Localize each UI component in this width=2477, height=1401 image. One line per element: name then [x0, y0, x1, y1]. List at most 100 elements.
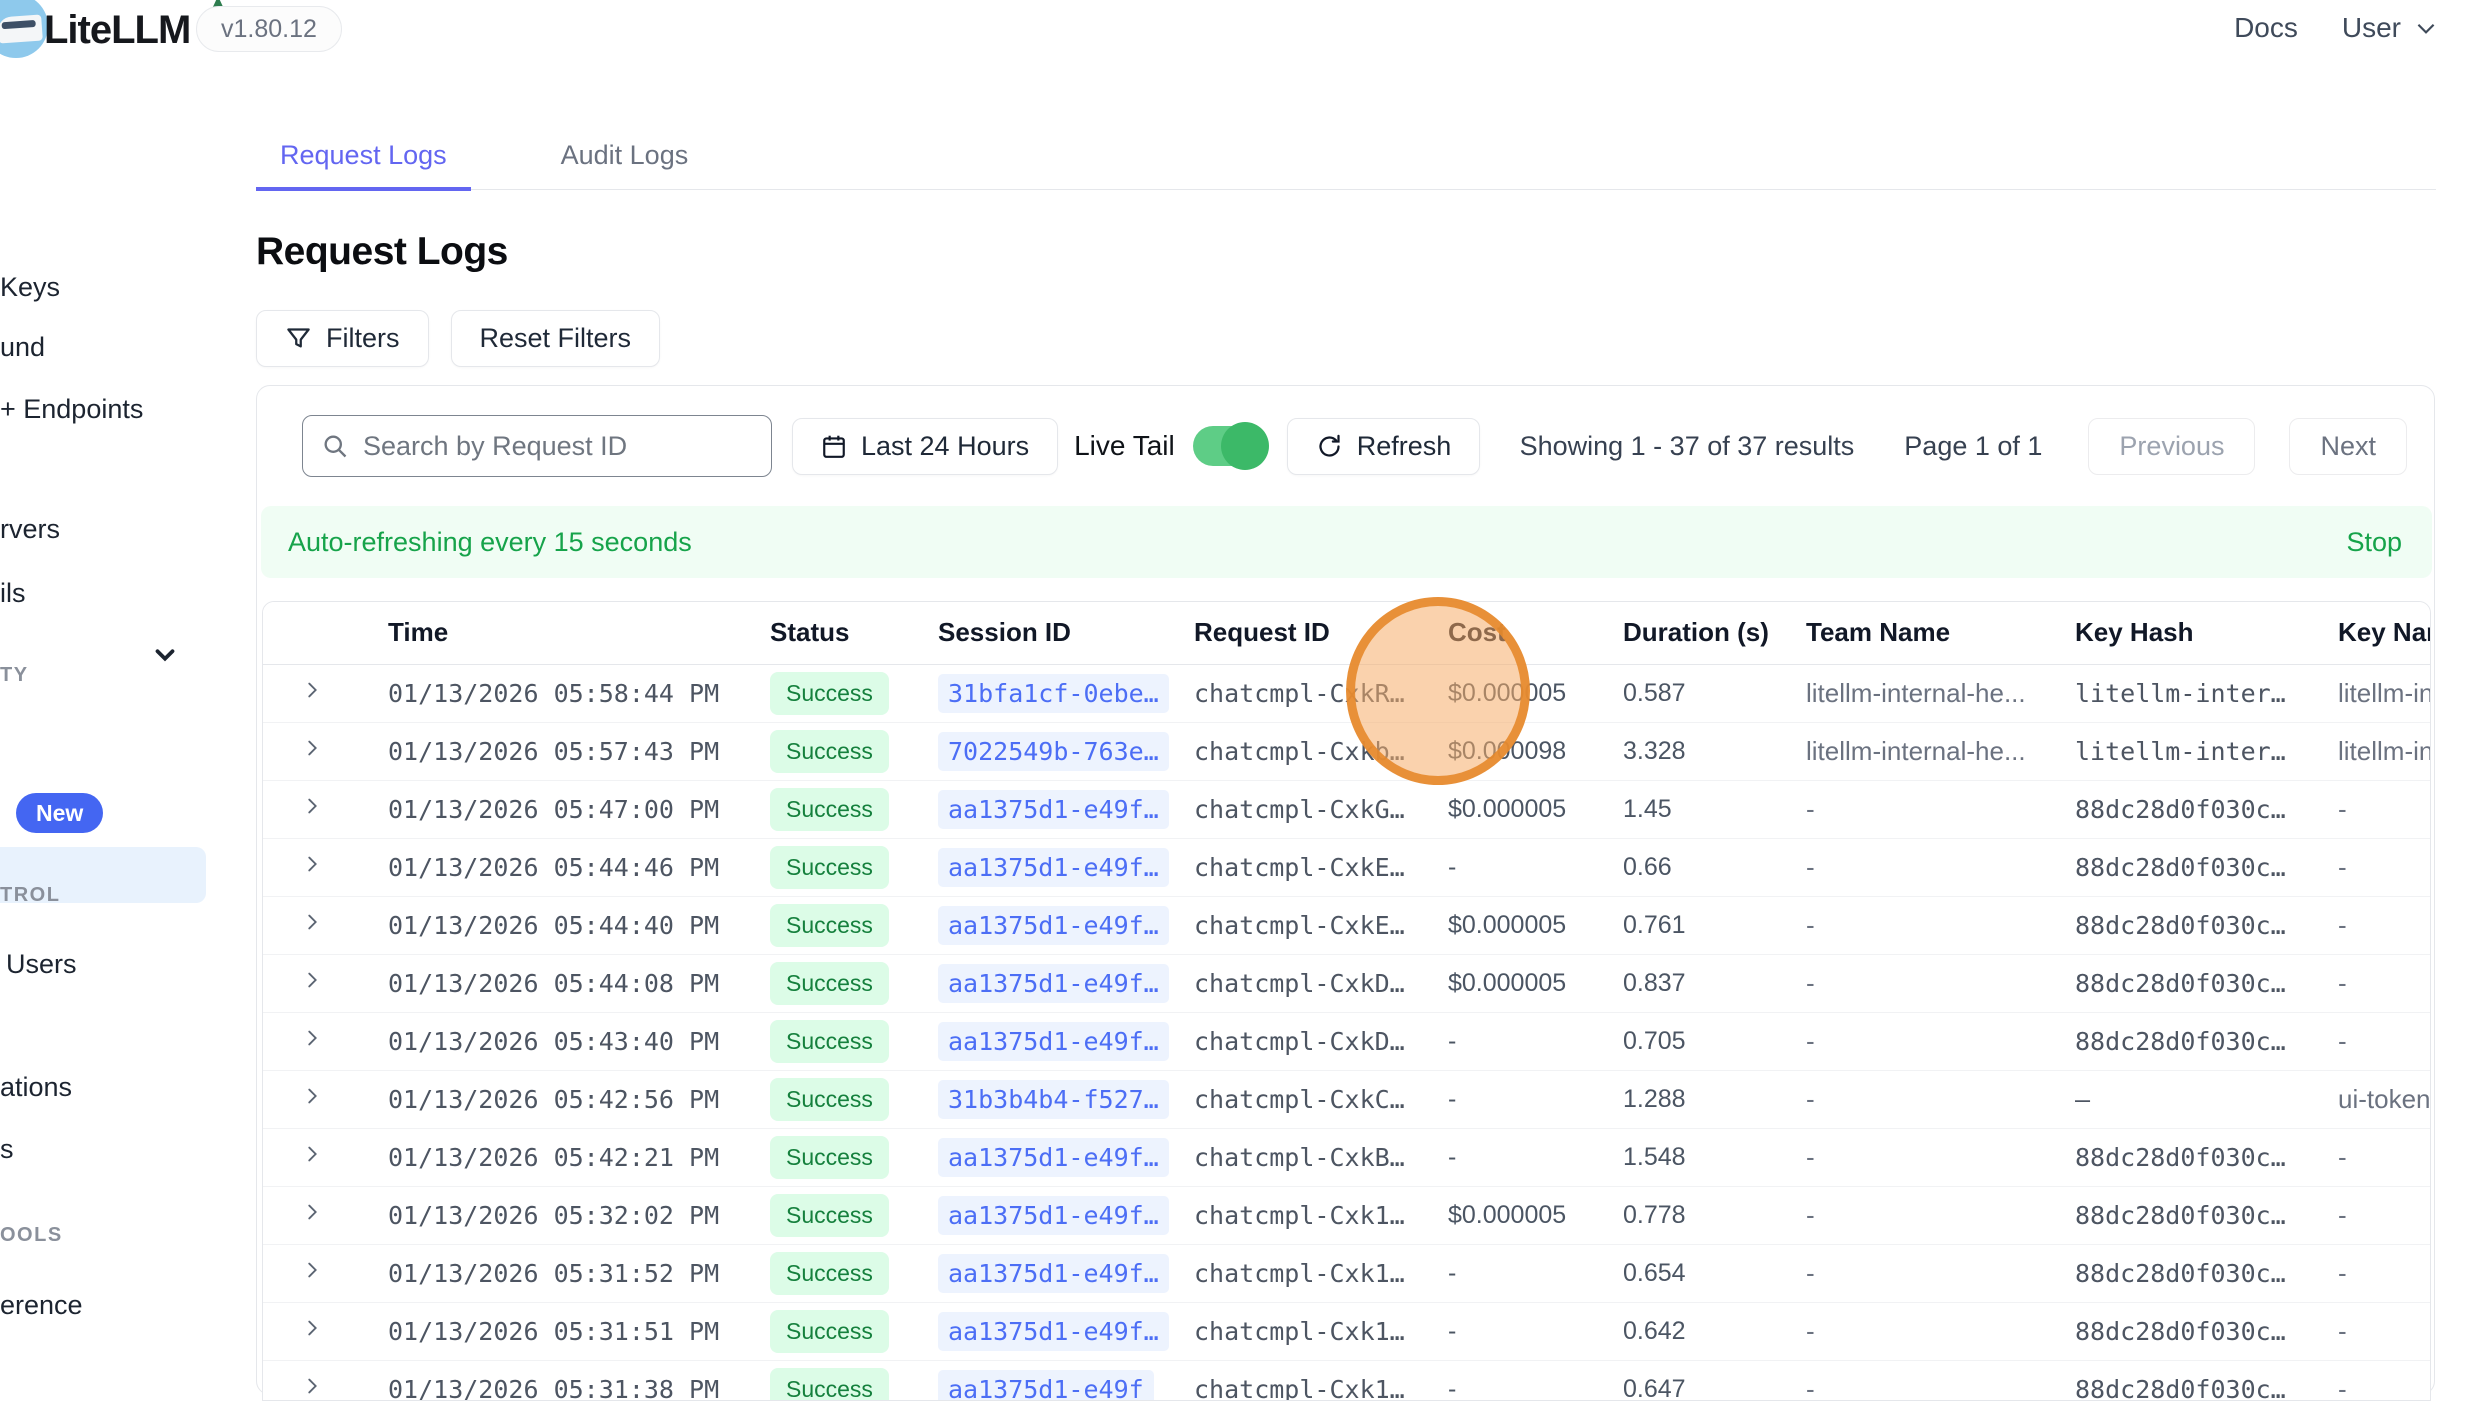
cell-duration: 0.587: [1623, 664, 1806, 722]
table-row[interactable]: 01/13/2026 05:31:51 PM Success aa1375d1-…: [263, 1302, 2431, 1360]
tab-request-logs[interactable]: Request Logs: [256, 132, 471, 191]
status-badge: Success: [770, 904, 889, 947]
sidebar-item-keys[interactable]: Keys: [0, 272, 60, 303]
cell-time: 01/13/2026 05:32:02 PM: [388, 1186, 770, 1244]
table-row[interactable]: 01/13/2026 05:43:40 PM Success aa1375d1-…: [263, 1012, 2431, 1070]
logs-toolbar: Last 24 Hours Live Tail Refresh Showing …: [257, 386, 2434, 506]
sidebar-item-guardrails[interactable]: ils: [0, 578, 26, 609]
session-id-link[interactable]: aa1375d1-e49f…: [938, 1138, 1169, 1177]
time-range-button[interactable]: Last 24 Hours: [792, 418, 1058, 475]
expand-row-icon[interactable]: [301, 1201, 323, 1223]
cell-cost: -: [1448, 1128, 1623, 1186]
cell-key-hash: litellm-inter…: [2075, 664, 2338, 722]
sidebar-collapse-chevron-icon[interactable]: [150, 640, 180, 670]
session-id-link[interactable]: aa1375d1-e49f…: [938, 1196, 1169, 1235]
expand-row-icon[interactable]: [301, 969, 323, 991]
session-id-link[interactable]: aa1375d1-e49f…: [938, 790, 1169, 829]
previous-page-button[interactable]: Previous: [2088, 418, 2255, 475]
status-badge: Success: [770, 1136, 889, 1179]
search-input[interactable]: [363, 431, 753, 462]
session-id-link[interactable]: aa1375d1-e49f…: [938, 1312, 1169, 1351]
expand-row-icon[interactable]: [301, 1085, 323, 1107]
cell-key-name: -: [2338, 1012, 2431, 1070]
cell-request-id: chatcmpl-CxkE…: [1194, 838, 1448, 896]
session-id-link[interactable]: aa1375d1-e49f…: [938, 1254, 1169, 1293]
session-id-link[interactable]: aa1375d1-e49f…: [938, 848, 1169, 887]
sidebar-item-organizations[interactable]: ations: [0, 1072, 72, 1103]
sidebar-item-teams[interactable]: s: [0, 1134, 14, 1165]
expand-row-icon[interactable]: [301, 1027, 323, 1049]
session-id-link[interactable]: 7022549b-763e…: [938, 732, 1169, 771]
expand-row-icon[interactable]: [301, 1143, 323, 1165]
table-row[interactable]: 01/13/2026 05:44:40 PM Success aa1375d1-…: [263, 896, 2431, 954]
cell-cost: -: [1448, 838, 1623, 896]
session-id-link[interactable]: 31b3b4b4-f527…: [938, 1080, 1169, 1119]
docs-link[interactable]: Docs: [2234, 12, 2298, 44]
sidebar-item-users[interactable]: Users: [6, 949, 77, 980]
sidebar-item-servers[interactable]: rvers: [0, 514, 60, 545]
session-id-link[interactable]: aa1375d1-e49f: [938, 1370, 1154, 1401]
cell-time: 01/13/2026 05:44:08 PM: [388, 954, 770, 1012]
table-row[interactable]: 01/13/2026 05:44:08 PM Success aa1375d1-…: [263, 954, 2431, 1012]
table-row[interactable]: 01/13/2026 05:42:21 PM Success aa1375d1-…: [263, 1128, 2431, 1186]
cell-team-name: -: [1806, 1070, 2075, 1128]
expand-row-icon[interactable]: [301, 1317, 323, 1339]
next-page-button[interactable]: Next: [2289, 418, 2407, 475]
table-row[interactable]: 01/13/2026 05:47:00 PM Success aa1375d1-…: [263, 780, 2431, 838]
tab-audit-logs[interactable]: Audit Logs: [537, 132, 713, 189]
litellm-logo-icon: [0, 0, 48, 58]
table-header-row: Time Status Session ID Request ID Cost D…: [263, 602, 2431, 664]
auto-refresh-banner: Auto-refreshing every 15 seconds Stop: [261, 506, 2432, 578]
cell-duration: 0.705: [1623, 1012, 1806, 1070]
sidebar-item-playground[interactable]: und: [0, 332, 45, 363]
user-menu[interactable]: User: [2342, 12, 2439, 44]
expand-row-icon[interactable]: [301, 853, 323, 875]
filters-button[interactable]: Filters: [256, 310, 429, 367]
cell-key-name: -: [2338, 1302, 2431, 1360]
table-row[interactable]: 01/13/2026 05:32:02 PM Success aa1375d1-…: [263, 1186, 2431, 1244]
cell-team-name: -: [1806, 1186, 2075, 1244]
sidebar-item-models-endpoints[interactable]: + Endpoints: [0, 394, 143, 425]
expand-row-icon[interactable]: [301, 1259, 323, 1281]
cell-team-name: -: [1806, 1360, 2075, 1401]
session-id-link[interactable]: aa1375d1-e49f…: [938, 1022, 1169, 1061]
cell-time: 01/13/2026 05:58:44 PM: [388, 664, 770, 722]
table-row[interactable]: 01/13/2026 05:44:46 PM Success aa1375d1-…: [263, 838, 2431, 896]
cell-key-hash: 88dc28d0f030c…: [2075, 780, 2338, 838]
search-icon: [321, 432, 349, 460]
table-row[interactable]: 01/13/2026 05:31:38 PM Success aa1375d1-…: [263, 1360, 2431, 1401]
table-row[interactable]: 01/13/2026 05:42:56 PM Success 31b3b4b4-…: [263, 1070, 2431, 1128]
stop-auto-refresh-button[interactable]: Stop: [2346, 527, 2402, 558]
sidebar-item-api-reference[interactable]: erence: [0, 1290, 83, 1321]
table-row[interactable]: 01/13/2026 05:31:52 PM Success aa1375d1-…: [263, 1244, 2431, 1302]
auto-refresh-text: Auto-refreshing every 15 seconds: [288, 527, 692, 558]
expand-row-icon[interactable]: [301, 737, 323, 759]
col-status: Status: [770, 602, 938, 664]
results-count: Showing 1 - 37 of 37 results: [1520, 431, 1855, 462]
cell-key-name: -: [2338, 1128, 2431, 1186]
live-tail-label: Live Tail: [1074, 430, 1175, 462]
refresh-button[interactable]: Refresh: [1287, 418, 1481, 475]
expand-row-icon[interactable]: [301, 795, 323, 817]
reset-filters-button[interactable]: Reset Filters: [451, 310, 661, 367]
status-badge: Success: [770, 1194, 889, 1237]
tab-bar: Request Logs Audit Logs: [256, 132, 2436, 190]
cell-duration: 0.778: [1623, 1186, 1806, 1244]
live-tail-toggle[interactable]: [1193, 426, 1267, 466]
table-row[interactable]: 01/13/2026 05:57:43 PM Success 7022549b-…: [263, 722, 2431, 780]
expand-row-icon[interactable]: [301, 911, 323, 933]
expand-row-icon[interactable]: [301, 679, 323, 701]
page-indicator: Page 1 of 1: [1904, 431, 2042, 462]
session-id-link[interactable]: aa1375d1-e49f…: [938, 964, 1169, 1003]
cell-key-hash: –: [2075, 1070, 2338, 1128]
cell-duration: 3.328: [1623, 722, 1806, 780]
col-key-name: Key Name: [2338, 602, 2431, 664]
chevron-down-icon: [2413, 15, 2439, 41]
brand-name: LiteLLM: [44, 8, 190, 53]
cell-key-hash: 88dc28d0f030c…: [2075, 1360, 2338, 1401]
expand-row-icon[interactable]: [301, 1375, 323, 1397]
col-team-name: Team Name: [1806, 602, 2075, 664]
session-id-link[interactable]: 31bfa1cf-0ebe…: [938, 674, 1169, 713]
session-id-link[interactable]: aa1375d1-e49f…: [938, 906, 1169, 945]
search-box: [302, 415, 772, 477]
